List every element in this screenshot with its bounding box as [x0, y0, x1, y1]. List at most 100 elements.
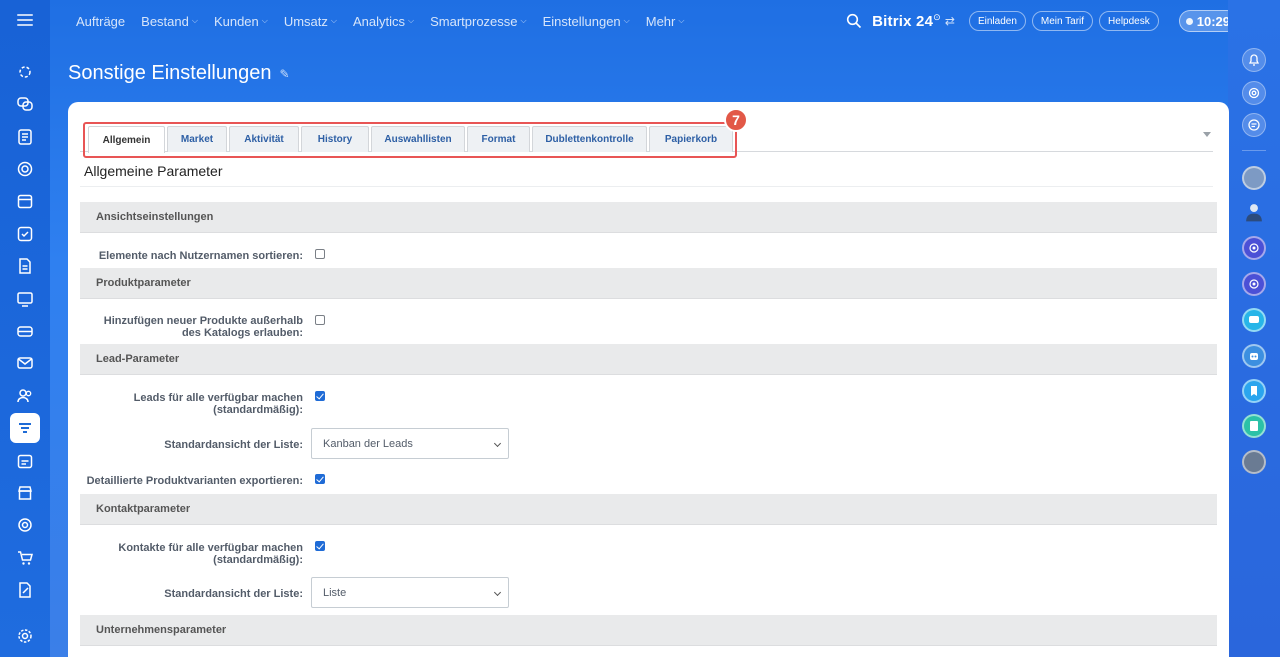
invite-button[interactable]: Einladen	[968, 11, 1026, 31]
contacts-icon[interactable]	[14, 385, 36, 407]
page-title-text: Sonstige Einstellungen	[68, 62, 272, 84]
tasks-icon[interactable]	[14, 223, 36, 245]
nav-label: Analytics	[352, 13, 406, 29]
export-variants-checkbox[interactable]	[315, 474, 325, 484]
contacts-available-checkbox[interactable]	[315, 541, 325, 551]
group-company-params: Unternehmensparameter	[80, 615, 1217, 646]
sign-icon[interactable]	[14, 579, 36, 601]
nav-item-kunden[interactable]: Kunden ⌵	[214, 14, 268, 29]
chevron-down-icon: ⌵	[191, 16, 198, 25]
sort-by-name-checkbox[interactable]	[315, 249, 325, 259]
group-view-settings: Ansichtseinstellungen	[80, 202, 1217, 233]
menu-hamburger-icon[interactable]	[17, 14, 33, 26]
nav-label: Bestand	[141, 13, 189, 29]
chevron-down-icon: ⌵	[678, 16, 685, 25]
chevron-down-icon: ⌵	[330, 16, 337, 25]
nav-item-analytics[interactable]: Analytics ⌵	[353, 14, 414, 29]
add-products-label: Hinzufügen neuer Produkte außerhalb des …	[104, 315, 303, 339]
my-tariff-button[interactable]: Mein Tarif	[1031, 11, 1094, 31]
nav-label: Kunden	[213, 13, 259, 29]
lead-list-view-value: Kanban der Leads	[323, 437, 413, 450]
section-title: Allgemeine Parameter	[84, 163, 223, 179]
add-products-checkbox[interactable]	[315, 315, 325, 325]
booking-icon[interactable]	[14, 450, 36, 472]
sidebar-separator	[1242, 150, 1266, 151]
calendar-icon[interactable]	[14, 190, 36, 212]
contacts-available-label-line2: (standardmäßig):	[213, 554, 303, 566]
inventory-icon[interactable]	[14, 320, 36, 342]
bookmark-chat-icon[interactable]	[1242, 379, 1266, 403]
chevron-down-icon: ⌵	[520, 16, 527, 25]
brand-logo[interactable]: Bitrix 24⊙	[872, 12, 941, 30]
leads-available-label-line1: Leads für alle verfügbar machen	[133, 392, 303, 404]
nav-item-umsatz[interactable]: Umsatz ⌵	[284, 14, 337, 29]
worktime-value: 10:29	[1196, 13, 1230, 29]
nav-label: Einstellungen	[542, 13, 621, 29]
pulse-icon[interactable]	[14, 61, 36, 83]
target-icon[interactable]	[14, 514, 36, 536]
brand-name: Bitrix 24	[872, 13, 934, 30]
shop-icon[interactable]	[14, 482, 36, 504]
left-sidebar	[0, 0, 50, 657]
general-chat-icon[interactable]	[1242, 308, 1266, 332]
top-right-controls: Bitrix 24⊙ ⇄ Einladen Mein Tarif Helpdes…	[846, 0, 1276, 42]
group-product-params: Produktparameter	[80, 268, 1217, 299]
messenger-icon[interactable]	[1242, 113, 1266, 137]
chevron-down-icon: ⌵	[408, 16, 415, 25]
contacts-available-label: Kontakte für alle verfügbar machen (stan…	[118, 542, 303, 566]
contacts-available-label-line1: Kontakte für alle verfügbar machen	[118, 542, 303, 554]
notes-chat-icon[interactable]	[1242, 414, 1266, 438]
right-sidebar	[1228, 0, 1280, 657]
chevron-down-icon	[493, 588, 502, 597]
brand-clock-icon: ⊙	[933, 12, 941, 22]
lead-list-view-select[interactable]: Kanban der Leads	[311, 428, 509, 459]
cart-icon[interactable]	[14, 547, 36, 569]
nav-item-einstellungen[interactable]: Einstellungen ⌵	[543, 14, 630, 29]
step-badge: 7	[724, 108, 748, 132]
chevron-down-icon	[493, 439, 502, 448]
mail-icon[interactable]	[14, 352, 36, 374]
crm-filter-icon[interactable]	[10, 413, 40, 443]
tabs-highlight-frame	[83, 122, 737, 158]
nav-item-bestand[interactable]: Bestand ⌵	[141, 14, 198, 29]
sites-icon[interactable]	[14, 288, 36, 310]
chevron-down-icon: ⌵	[261, 16, 268, 25]
copilot-icon[interactable]	[1242, 81, 1266, 105]
chat-icon[interactable]	[14, 93, 36, 115]
page-title: Sonstige Einstellungen ✎	[68, 62, 290, 85]
top-bar: Aufträge Bestand ⌵ Kunden ⌵ Umsatz ⌵ Analyt…	[50, 0, 1266, 42]
nav-item-auftraege[interactable]: Aufträge	[76, 14, 125, 29]
helpdesk-button[interactable]: Helpdesk	[1099, 11, 1159, 31]
settings-card: Allgemein Market Aktivität History Auswa…	[68, 102, 1229, 657]
lead-list-view-label: Standardansicht der Liste:	[164, 439, 303, 451]
group-contact-params: Kontaktparameter	[80, 494, 1217, 525]
section-divider	[80, 186, 1213, 187]
openline-icon-2[interactable]	[1242, 272, 1266, 296]
search-icon[interactable]	[846, 13, 862, 29]
contact-list-view-value: Liste	[323, 586, 347, 599]
nav-item-smartprozesse[interactable]: Smartprozesse ⌵	[430, 14, 527, 29]
openline-icon[interactable]	[1242, 236, 1266, 260]
leads-available-checkbox[interactable]	[315, 391, 325, 401]
chevron-down-icon: ⌵	[623, 16, 630, 25]
contact-list-view-label: Standardansicht der Liste:	[164, 588, 303, 600]
notifications-bell-icon[interactable]	[1242, 48, 1266, 72]
nav-label: Smartprozesse	[430, 13, 518, 29]
add-products-label-line1: Hinzufügen neuer Produkte außerhalb	[103, 315, 303, 327]
tabs-more-arrow-icon[interactable]	[1203, 132, 1211, 137]
nav-label: Aufträge	[76, 13, 126, 29]
documents-icon[interactable]	[14, 255, 36, 277]
contact-avatar-3[interactable]	[1242, 450, 1266, 474]
contact-avatar-2[interactable]	[1242, 200, 1266, 224]
leads-available-label: Leads für alle verfügbar machen (standar…	[134, 392, 303, 416]
contact-list-view-select[interactable]: Liste	[311, 577, 509, 608]
pin-icon[interactable]: ✎	[279, 67, 289, 81]
nav-item-mehr[interactable]: Mehr ⌵	[646, 14, 685, 29]
settings-gear-icon[interactable]	[14, 625, 36, 647]
feed-icon[interactable]	[14, 126, 36, 148]
group-lead-params: Lead-Parameter	[80, 344, 1217, 375]
contact-avatar-1[interactable]	[1242, 166, 1266, 190]
brand-switch-icon[interactable]: ⇄	[945, 14, 955, 28]
bot-icon[interactable]	[1242, 344, 1266, 368]
collab-icon[interactable]	[14, 158, 36, 180]
